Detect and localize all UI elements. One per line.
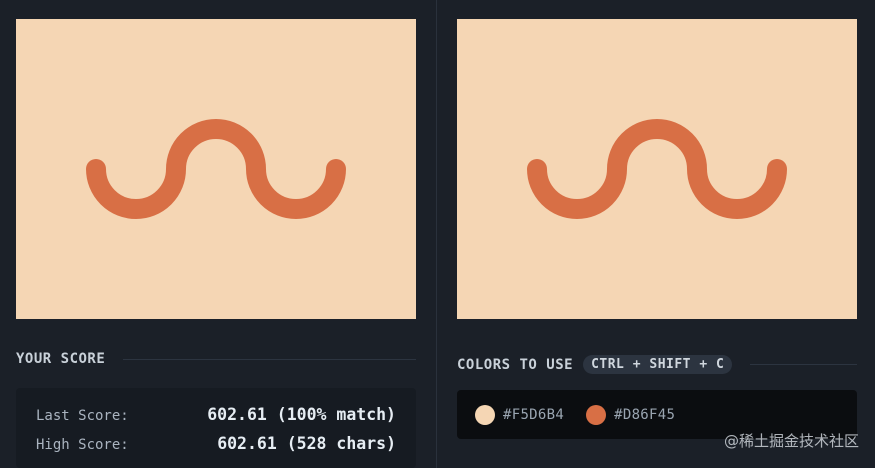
colors-section-header: COLORS TO USE CTRL + SHIFT + C <box>457 355 857 374</box>
app-root: YOUR SCORE Last Score: 602.61 (100% matc… <box>0 0 875 468</box>
target-svg <box>457 19 857 319</box>
high-score-row: High Score: 602.61 (528 chars) <box>36 434 396 453</box>
last-score-value: 602.61 (100% match) <box>207 405 396 424</box>
last-score-row: Last Score: 602.61 (100% match) <box>36 405 396 424</box>
output-canvas-background <box>16 19 416 319</box>
score-section-header: YOUR SCORE <box>16 351 416 367</box>
color-swatch[interactable]: #F5D6B4 <box>475 404 565 425</box>
colors-heading: COLORS TO USE <box>457 356 574 373</box>
score-heading: YOUR SCORE <box>16 351 106 367</box>
color-swatch[interactable]: #D86F45 <box>586 404 676 425</box>
colors-heading-divider <box>750 364 857 365</box>
score-panel: Last Score: 602.61 (100% match) High Sco… <box>16 388 416 468</box>
right-panel: COLORS TO USE CTRL + SHIFT + C #F5D6B4 #… <box>437 0 875 468</box>
target-canvas <box>457 19 857 319</box>
score-heading-divider <box>123 358 416 360</box>
high-score-label: High Score: <box>36 437 129 453</box>
color-swatch-label: #F5D6B4 <box>503 406 565 423</box>
high-score-value: 602.61 (528 chars) <box>217 434 396 453</box>
color-swatch-dot <box>475 404 495 425</box>
output-svg <box>16 19 416 319</box>
last-score-label: Last Score: <box>36 408 129 424</box>
watermark-text: @稀土掘金技术社区 <box>723 432 859 450</box>
color-swatch-label: #D86F45 <box>614 406 676 423</box>
copy-colors-shortcut-badge: CTRL + SHIFT + C <box>583 355 733 374</box>
color-swatch-dot <box>586 404 607 425</box>
left-panel: YOUR SCORE Last Score: 602.61 (100% matc… <box>0 0 436 468</box>
output-canvas[interactable] <box>16 19 416 319</box>
target-canvas-background <box>457 19 857 319</box>
